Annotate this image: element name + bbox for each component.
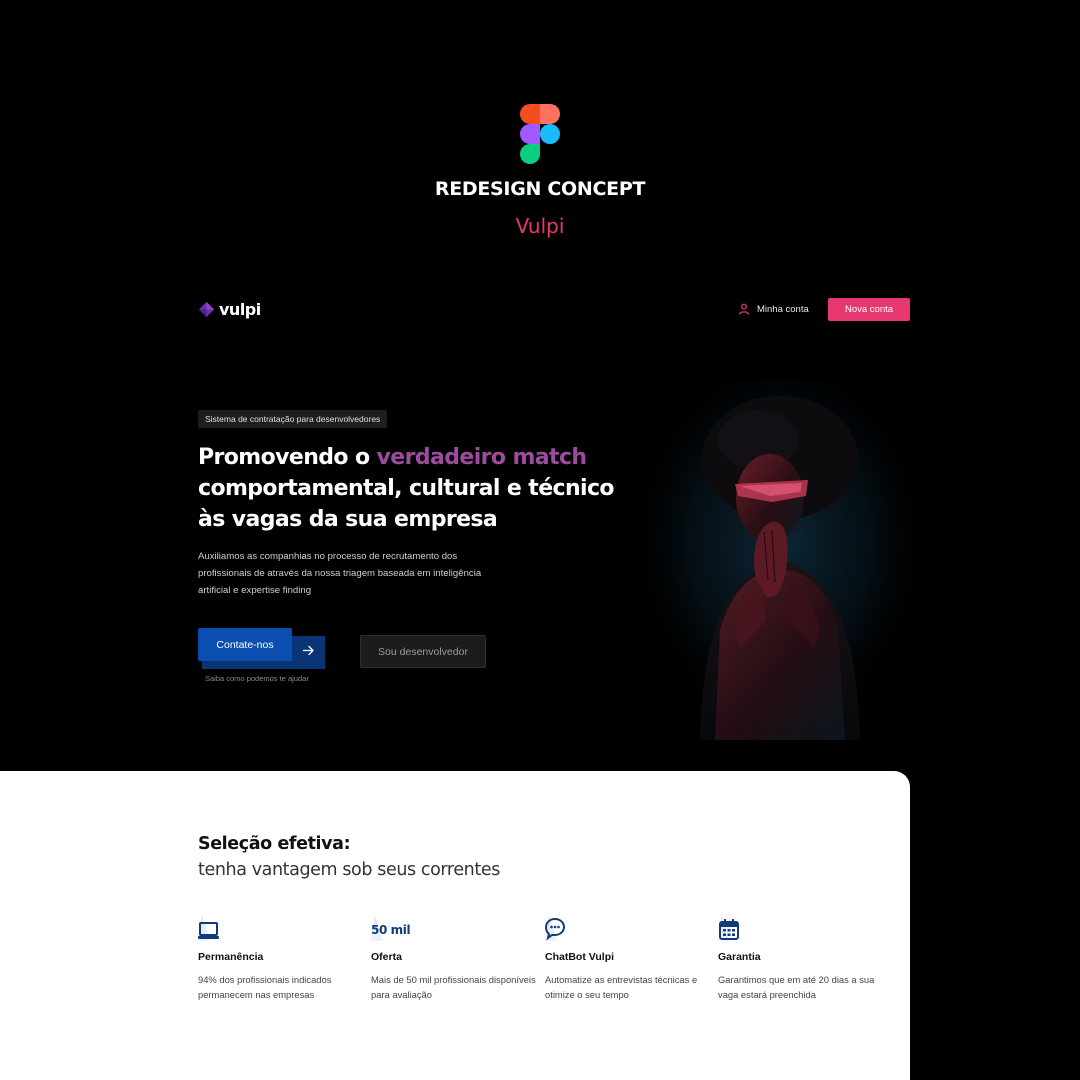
- selection-subtitle: tenha vantagem sob seus correntes: [198, 860, 500, 880]
- figma-logo-red-shape: [520, 104, 540, 124]
- arrow-right-icon[interactable]: [302, 644, 315, 657]
- figma-logo-coral-shape: [540, 104, 560, 124]
- vulpi-diamond-icon: [198, 301, 215, 318]
- contact-cta-group: Contate-nos: [198, 628, 326, 669]
- feature-title: Permanência: [198, 951, 264, 963]
- selection-title: Seleção efetiva:: [198, 834, 351, 854]
- hero-portrait-image: [640, 380, 920, 740]
- feature-chatbot: ChatBot Vulpi Automatize as entrevistas …: [545, 915, 710, 1002]
- hero-title-highlight: verdadeiro match: [376, 445, 588, 470]
- new-account-button[interactable]: Nova conta: [828, 298, 910, 321]
- feature-garantia: Garantia Garantimos que em até 20 dias a…: [718, 915, 883, 1002]
- chatbot-icon: [545, 917, 566, 941]
- feature-title: ChatBot Vulpi: [545, 951, 615, 963]
- hero-title: Promovendo o verdadeiro match comportamen…: [198, 442, 618, 535]
- feature-permanencia: Permanência 94% dos profissionais indica…: [198, 915, 363, 1002]
- figma-logo-green-shape: [520, 144, 540, 164]
- figma-logo-purple-shape: [520, 124, 540, 144]
- hero-title-part2: comportamental, cultural e técnico às va…: [198, 476, 615, 532]
- concept-title: REDESIGN CONCEPT: [434, 178, 646, 200]
- hero-description: Auxiliamos as companhias no processo de …: [198, 551, 482, 596]
- feature-icon-wrap: [545, 915, 710, 943]
- feature-icon-wrap: 50 mil: [371, 915, 536, 943]
- feature-description: Automatize as entrevistas técnicas e oti…: [545, 974, 698, 1000]
- hero-title-part1: Promovendo o: [198, 445, 377, 470]
- hero-badge: Sistema de contratação para desenvolvedo…: [198, 410, 388, 428]
- feature-title: Garantia: [718, 951, 761, 963]
- calendar-icon: [719, 919, 739, 940]
- contact-button[interactable]: Contate-nos: [198, 628, 292, 661]
- feature-description: Garantimos que em até 20 dias a sua vaga…: [718, 974, 875, 1000]
- feature-description: Mais de 50 mil profissionais disponíveis…: [371, 974, 536, 1000]
- concept-subtitle: Vulpi: [515, 214, 565, 238]
- account-link[interactable]: Minha conta: [738, 303, 809, 315]
- contact-note: Saiba como podemos te ajudar: [205, 674, 309, 683]
- developer-button[interactable]: Sou desenvolvedor: [360, 635, 486, 668]
- feature-description: 94% dos profissionais indicados permanec…: [198, 974, 332, 1000]
- figma-logo: [520, 104, 560, 164]
- laptop-icon: [198, 922, 219, 939]
- feature-oferta: 50 mil Oferta Mais de 50 mil profissiona…: [371, 915, 536, 1002]
- brand-logo[interactable]: vulpi: [198, 300, 261, 319]
- feature-icon-wrap: [198, 915, 363, 943]
- account-link-label: Minha conta: [757, 303, 809, 315]
- brand-name: vulpi: [219, 300, 261, 319]
- fifty-thousand-icon: 50 mil: [371, 923, 411, 937]
- figma-logo-blue-circle: [540, 124, 560, 144]
- user-icon: [738, 303, 750, 315]
- feature-title: Oferta: [371, 951, 402, 963]
- feature-icon-wrap: [718, 915, 883, 943]
